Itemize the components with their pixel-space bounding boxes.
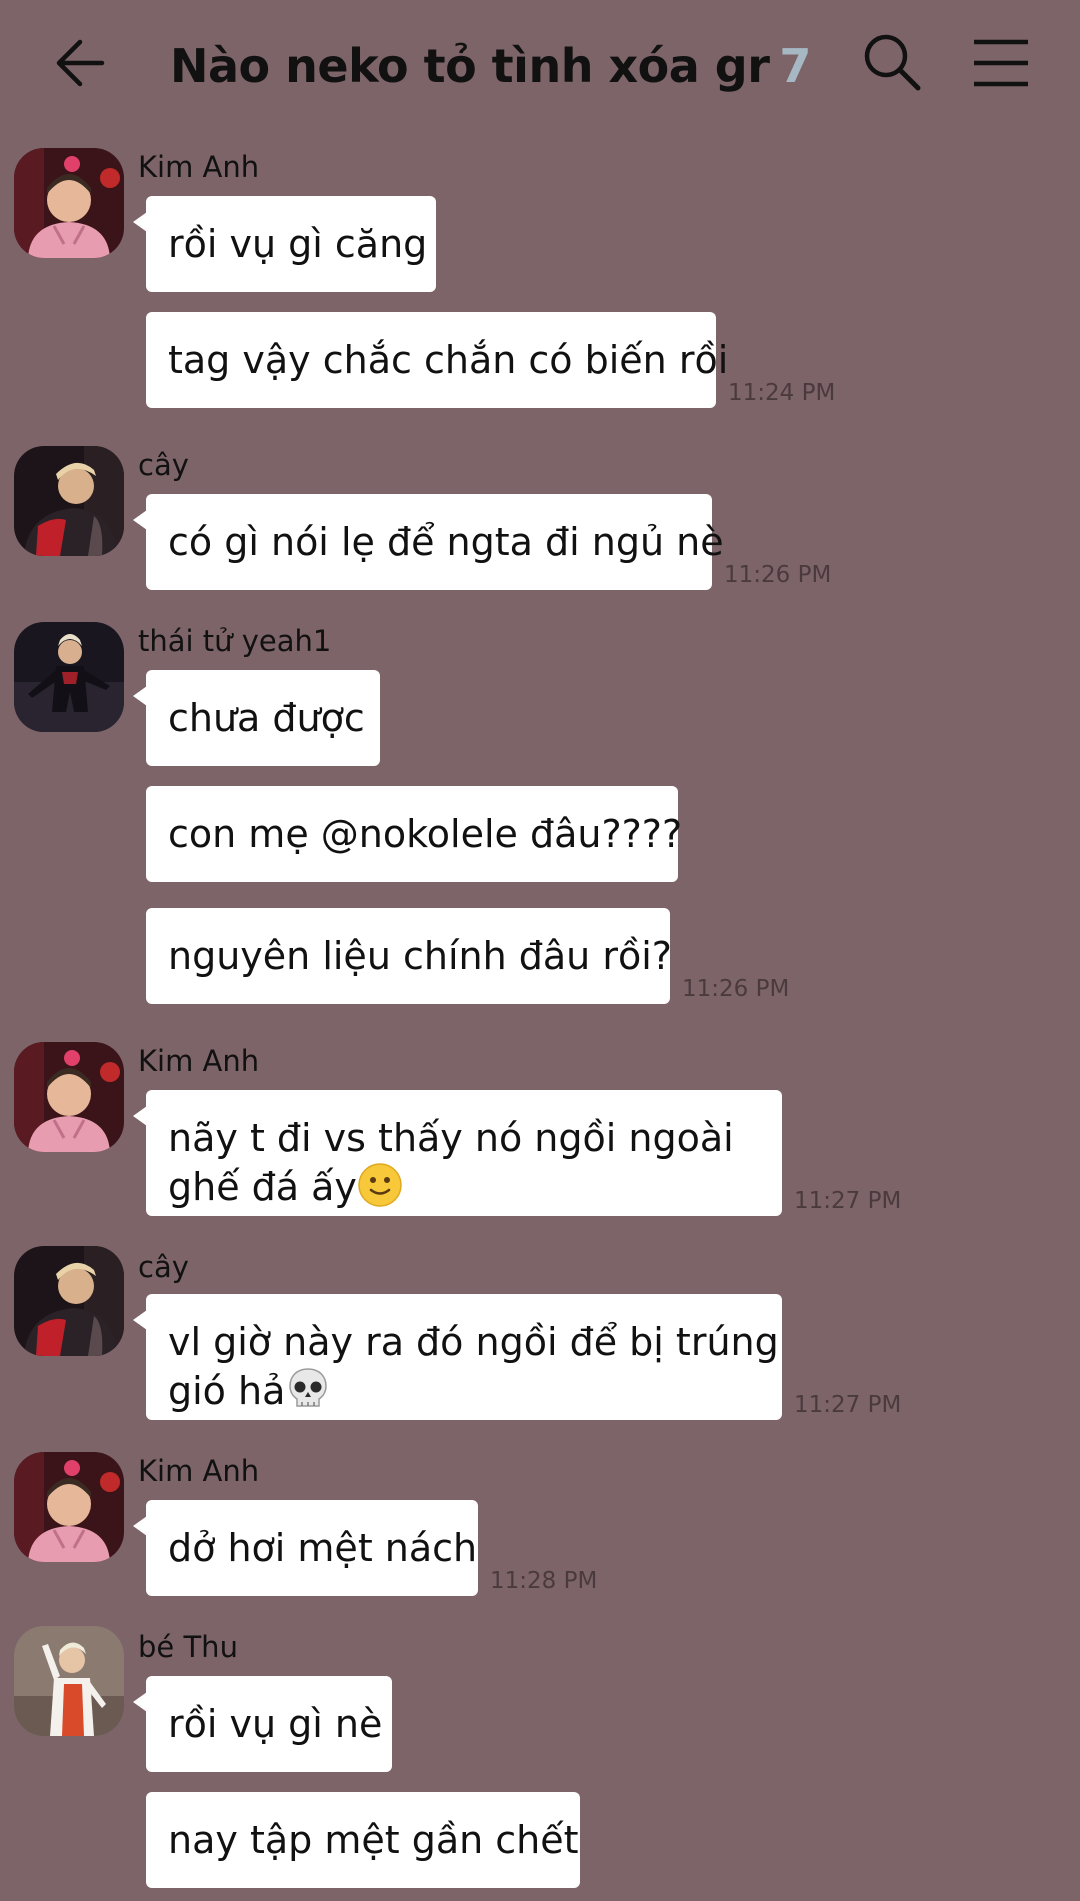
message-timestamp: 11:24 PM	[728, 380, 836, 406]
sender-name: Kim Anh	[138, 150, 260, 184]
avatar[interactable]	[14, 148, 124, 258]
message-bubble[interactable]: nguyên liệu chính đâu rồi?	[146, 908, 672, 1004]
message-bubble[interactable]: tag vậy chắc chắn có biến rồi	[146, 312, 728, 408]
avatar[interactable]	[14, 1246, 124, 1356]
message-text: nay tập mệt gần chết	[168, 1818, 579, 1862]
menu-button[interactable]	[968, 30, 1034, 96]
avatar-image	[14, 1452, 124, 1562]
avatar[interactable]	[14, 622, 124, 732]
sender-name: bé Thu	[138, 1630, 238, 1664]
message-bubble[interactable]: chưa được	[133, 670, 380, 766]
message-timestamp: 11:26 PM	[724, 562, 832, 588]
message-bubble[interactable]: có gì nói lẹ để ngta đi ngủ nè	[133, 494, 724, 590]
message-text: vl giờ này ra đó ngồi để bị trúng	[168, 1320, 779, 1364]
message-timestamp: 11:27 PM	[794, 1188, 902, 1214]
avatar-image	[14, 1626, 124, 1736]
sender-name: Kim Anh	[138, 1454, 260, 1488]
sender-name: thái tử yeah1	[138, 624, 332, 658]
message-text: rồi vụ gì căng	[168, 222, 428, 266]
search-icon	[864, 34, 921, 91]
message-timestamp: 11:27 PM	[794, 1392, 902, 1418]
message-bubble[interactable]: con mẹ @nokolele đâu????	[146, 786, 682, 882]
message-bubble[interactable]: nãy t đi vs thấy nó ngồi ngoài ghế đá ấy	[133, 1090, 782, 1219]
sender-name: cây	[138, 448, 189, 482]
message-timestamp: 11:28 PM	[490, 1568, 598, 1594]
message-text: con mẹ @nokolele đâu????	[168, 812, 683, 856]
search-button[interactable]	[858, 28, 928, 98]
message-text: dở hơi mệt nách	[168, 1526, 478, 1570]
message-text: có gì nói lẹ để ngta đi ngủ nè	[168, 520, 724, 564]
message-bubble[interactable]: dở hơi mệt nách	[133, 1500, 478, 1596]
sender-name: cây	[138, 1250, 189, 1284]
message-text: ghế đá ấy	[168, 1165, 357, 1209]
group-name: Nào neko tỏ tình xóa gr	[170, 39, 770, 93]
avatar-image	[14, 1042, 124, 1152]
message-text: chưa được	[168, 696, 365, 740]
message-timestamp: 11:26 PM	[682, 976, 790, 1002]
message-bubble[interactable]: rồi vụ gì nè	[133, 1676, 392, 1772]
avatar-image	[14, 446, 124, 556]
chat-title[interactable]: Nào neko tỏ tình xóa gr 7	[170, 26, 811, 106]
avatar-image	[14, 1246, 124, 1356]
message-text: nãy t đi vs thấy nó ngồi ngoài	[168, 1116, 734, 1160]
hamburger-menu-icon	[974, 39, 1028, 87]
chat-header: Nào neko tỏ tình xóa gr 7	[0, 0, 1080, 130]
avatar-image	[14, 148, 124, 258]
message-bubble[interactable]: rồi vụ gì căng	[133, 196, 436, 292]
avatar[interactable]	[14, 1626, 124, 1736]
message-text: nguyên liệu chính đâu rồi?	[168, 934, 672, 978]
back-button[interactable]	[52, 28, 108, 98]
arrow-left-icon	[56, 39, 105, 87]
skull-icon	[285, 1366, 331, 1423]
message-text: tag vậy chắc chắn có biến rồi	[168, 338, 729, 382]
member-count: 7	[779, 39, 811, 93]
message-text: rồi vụ gì nè	[168, 1702, 383, 1746]
sender-name: Kim Anh	[138, 1044, 260, 1078]
message-bubble[interactable]: nay tập mệt gần chết	[146, 1792, 580, 1888]
avatar[interactable]	[14, 1452, 124, 1562]
message-text: gió hả	[168, 1369, 286, 1413]
avatar[interactable]	[14, 1042, 124, 1152]
avatar[interactable]	[14, 446, 124, 556]
slightly-smiling-face-icon	[357, 1162, 403, 1219]
avatar-image	[14, 622, 124, 732]
message-bubble[interactable]: vl giờ này ra đó ngồi để bị trúng gió hả	[133, 1294, 782, 1423]
